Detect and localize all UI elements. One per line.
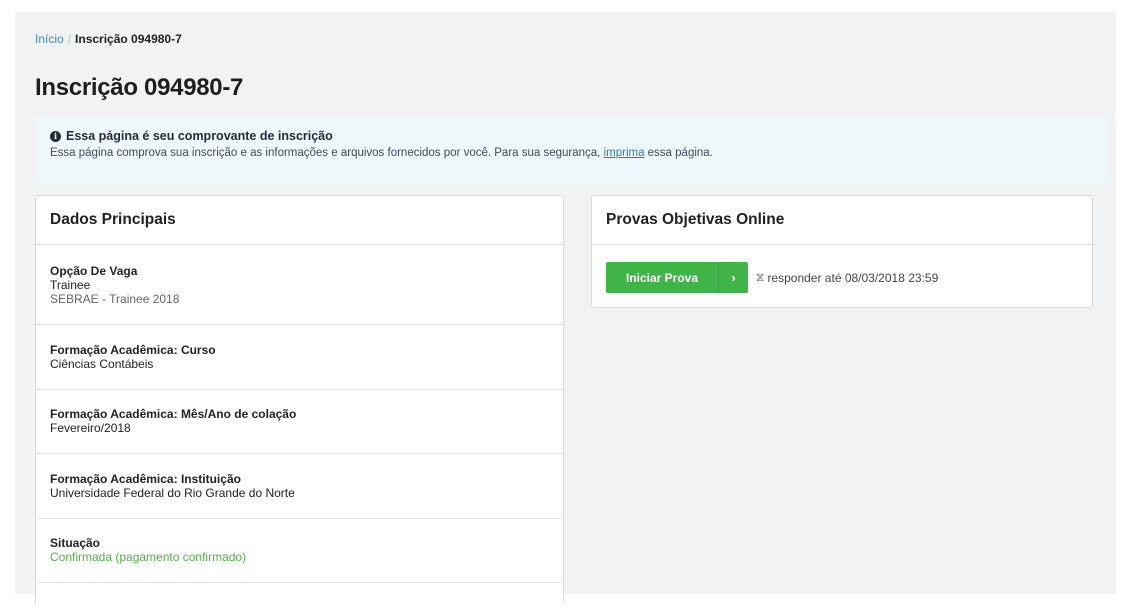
list-item-course: Formação Acadêmica: Curso Ciências Contá… bbox=[36, 325, 563, 390]
hourglass-icon: ⧖ bbox=[756, 270, 765, 284]
alert-text-after: essa página. bbox=[644, 147, 713, 159]
start-exam-button-label: Iniciar Prova bbox=[625, 270, 699, 285]
info-circle-icon: i bbox=[50, 130, 61, 142]
item-label: Formação Acadêmica: Curso bbox=[50, 342, 216, 357]
breadcrumb-home-link[interactable]: Início bbox=[35, 32, 64, 46]
item-label: Formação Acadêmica: Mês/Ano de colação bbox=[50, 407, 297, 422]
online-exams-panel-heading: Provas Objetivas Online bbox=[592, 196, 1092, 245]
alert-title-row: i Essa página é seu comprovante de inscr… bbox=[50, 129, 1093, 143]
online-exams-panel: Provas Objetivas Online Iniciar Prova › … bbox=[591, 195, 1093, 308]
print-link[interactable]: imprima bbox=[604, 147, 645, 159]
item-value: Trainee bbox=[50, 277, 91, 292]
item-value: Ciências Contábeis bbox=[50, 356, 154, 371]
page-container: Início / Inscrição 094980-7 Inscrição 0949… bbox=[15, 12, 1116, 605]
main-data-panel: Dados Principais Opção De Vaga Trainee S… bbox=[35, 195, 564, 605]
item-label: Formação Acadêmica: Instituição bbox=[50, 471, 241, 486]
info-alert: i Essa página é seu comprovante de inscr… bbox=[35, 116, 1108, 183]
breadcrumb: Início / Inscrição 094980-7 bbox=[35, 32, 182, 46]
item-label: Opção De Vaga bbox=[50, 263, 138, 278]
breadcrumb-current: Inscrição 094980-7 bbox=[75, 32, 182, 46]
online-exams-panel-body: Iniciar Prova › ⧖ responder até 08/03/20… bbox=[592, 245, 1092, 310]
list-item-vacancy-option: Opção De Vaga Trainee SEBRAE - Trainee 2… bbox=[36, 245, 563, 325]
exam-deadline: ⧖ responder até 08/03/2018 23:59 bbox=[756, 270, 938, 285]
item-value: Fevereiro/2018 bbox=[50, 421, 131, 436]
list-item-status: Situação Confirmada (pagamento confirmad… bbox=[36, 519, 563, 583]
page-title: Inscrição 094980-7 bbox=[35, 74, 244, 101]
main-data-panel-heading: Dados Principais bbox=[36, 196, 563, 245]
breadcrumb-separator: / bbox=[67, 32, 72, 46]
alert-text-before: Essa página comprova sua inscrição e as … bbox=[50, 147, 604, 159]
exam-deadline-text: responder até 08/03/2018 23:59 bbox=[767, 270, 939, 285]
list-item-institution: Formação Acadêmica: Instituição Universi… bbox=[36, 454, 563, 519]
item-sub: SEBRAE - Trainee 2018 bbox=[50, 291, 180, 306]
start-exam-button[interactable]: Iniciar Prova › bbox=[606, 262, 748, 293]
alert-text: Essa página comprova sua inscrição e as … bbox=[50, 147, 1093, 159]
alert-title: Essa página é seu comprovante de inscriç… bbox=[66, 129, 333, 143]
chevron-right-icon: › bbox=[718, 262, 748, 293]
item-label: Situação bbox=[50, 536, 101, 551]
item-value: Universidade Federal do Rio Grande do No… bbox=[50, 485, 295, 500]
list-item-graduation-date: Formação Acadêmica: Mês/Ano de colação F… bbox=[36, 390, 563, 454]
status-value: Confirmada (pagamento confirmado) bbox=[50, 550, 247, 565]
